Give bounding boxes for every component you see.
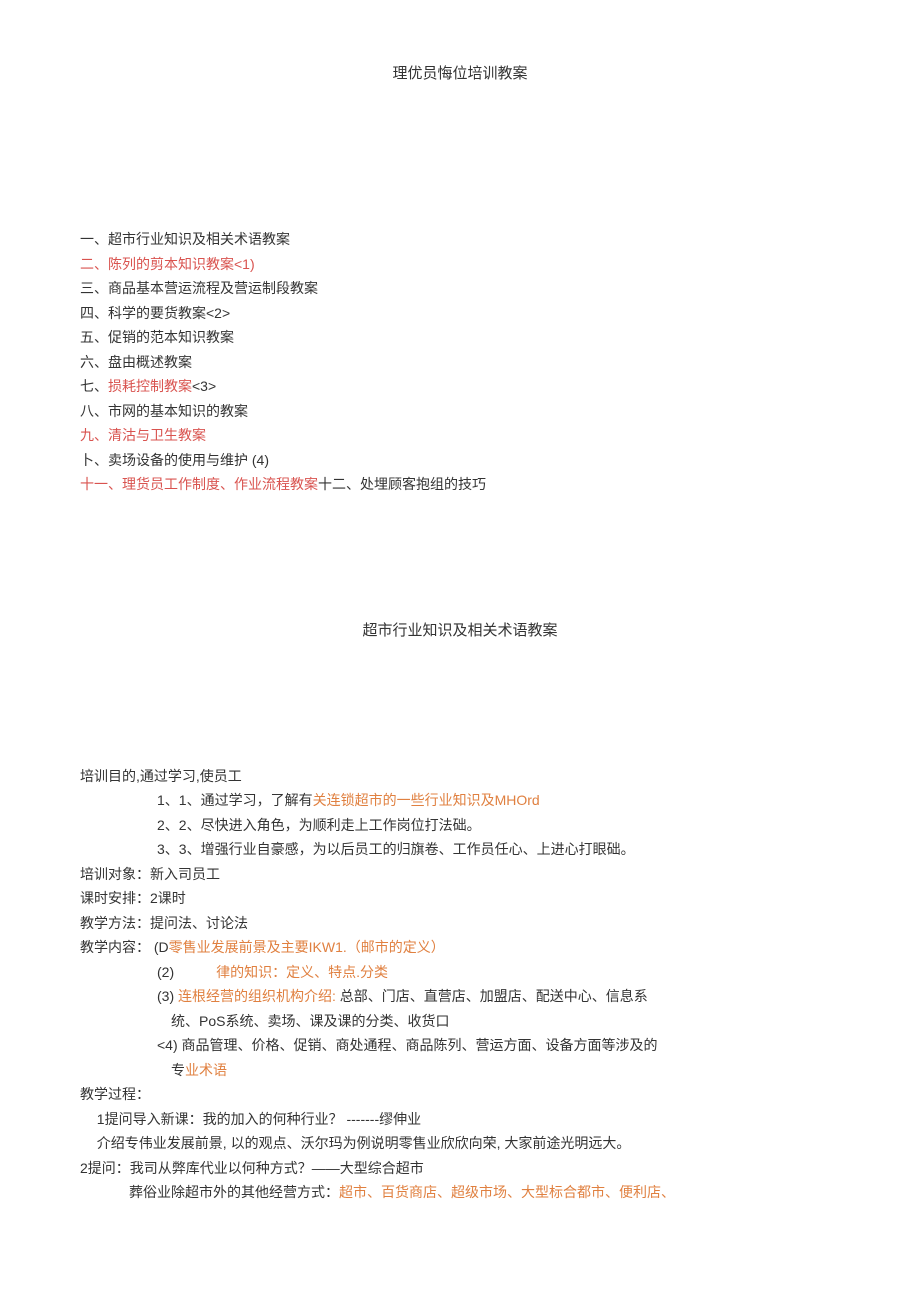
content-item: 教学内容： (D零售业发展前景及主要IKW1.（邮市的定义） bbox=[80, 935, 840, 960]
toc-text: 八、市网的基本知识的教案 bbox=[80, 403, 248, 419]
process-item: 1提问导入新课：我的加入的何种行业？ -------缪伸业 bbox=[80, 1107, 840, 1132]
content-text-highlight: 零售业发展前景及主要IKW1. bbox=[169, 939, 347, 955]
document-title: 理优员悔位培训教案 bbox=[80, 60, 840, 87]
toc-text: 六、盘由概述教案 bbox=[80, 354, 192, 370]
table-of-contents: 一、超市行业知识及相关术语教案 二、陈列的剪本知识教案<1) 三、商品基本营运流… bbox=[80, 227, 840, 497]
toc-text: 五、促销的范本知识教案 bbox=[80, 329, 234, 345]
training-target: 培训对象：新入司员工 bbox=[80, 862, 840, 887]
toc-text: 七、 bbox=[80, 378, 108, 394]
training-method: 教学方法：提问法、讨论法 bbox=[80, 911, 840, 936]
content-text-highlight: 律的知识：定义、特点.分类 bbox=[216, 964, 388, 980]
toc-text-suf: <3> bbox=[192, 378, 216, 394]
toc-text-suf: 十二、处埋顾客抱组的技巧 bbox=[318, 476, 486, 492]
process-label: 教学过程： bbox=[80, 1082, 840, 1107]
goal-label: 培训目的,通过学习,使员工 bbox=[80, 764, 840, 789]
goal-item: 2、2、尽快进入角色，为顺利走上工作岗位打法础。 bbox=[80, 813, 840, 838]
content-text-highlight: 连根经营的组织机构介绍: bbox=[178, 988, 336, 1004]
content-item: (2) 律的知识：定义、特点.分类 bbox=[80, 960, 840, 985]
process-item: 介绍专伟业发展前景, 以的观点、沃尔玛为例说明零售业欣欣向荣, 大家前途光明远大… bbox=[80, 1131, 840, 1156]
toc-item: 三、商品基本营运流程及营运制段教案 bbox=[80, 276, 840, 301]
content-item: <4) 商品管理、价格、促销、商处通程、商品陈列、营运方面、设备方面等涉及的 bbox=[80, 1033, 840, 1058]
toc-text: 九、清沽与卫生教案 bbox=[80, 427, 206, 443]
toc-item: 五、促销的范本知识教案 bbox=[80, 325, 840, 350]
toc-text: 三、商品基本营运流程及营运制段教案 bbox=[80, 280, 318, 296]
content-item: (3) 连根经营的组织机构介绍: 总部、门店、直营店、加盟店、配送中心、信息系 bbox=[80, 984, 840, 1009]
toc-item: 十一、理货员工作制度、作业流程教案十二、处埋顾客抱组的技巧 bbox=[80, 472, 840, 497]
toc-item: 四、科学的要货教案<2> bbox=[80, 301, 840, 326]
process-text-highlight: 超市、百货商店、超级市场、大型标合都市、便利店、 bbox=[339, 1184, 675, 1200]
toc-item: 卜、卖场设备的使用与维护 (4) bbox=[80, 448, 840, 473]
training-details: 培训目的,通过学习,使员工 1、1、通过学习，了解有关连锁超市的一些行业知识及M… bbox=[80, 764, 840, 1205]
toc-item: 七、损耗控制教案<3> bbox=[80, 374, 840, 399]
goal-text: 1、1、通过学习，了解有 bbox=[157, 792, 313, 808]
section-title: 超市行业知识及相关术语教案 bbox=[80, 617, 840, 644]
training-hours: 课时安排：2课时 bbox=[80, 886, 840, 911]
content-text: 专 bbox=[171, 1062, 185, 1078]
toc-text: 卜、卖场设备的使用与维护 (4) bbox=[80, 452, 269, 468]
toc-item: 九、清沽与卫生教案 bbox=[80, 423, 840, 448]
content-label: 教学内容： (D bbox=[80, 939, 169, 955]
goal-item: 1、1、通过学习，了解有关连锁超市的一些行业知识及MHOrd bbox=[80, 788, 840, 813]
toc-text: 四、科学的要货教案<2> bbox=[80, 305, 230, 321]
content-text-highlight: 业术语 bbox=[185, 1062, 227, 1078]
process-item: 葬俗业除超市外的其他经营方式：超市、百货商店、超级市场、大型标合都市、便利店、 bbox=[80, 1180, 840, 1205]
process-item: 2提问：我司从弊库代业以何种方式？——大型综合超市 bbox=[80, 1156, 840, 1181]
process-text: 葬俗业除超市外的其他经营方式： bbox=[129, 1184, 339, 1200]
toc-item: 八、市网的基本知识的教案 bbox=[80, 399, 840, 424]
toc-text-red: 十一、理货员工作制度、作业流程教案 bbox=[80, 476, 318, 492]
goal-item: 3、3、增强行业自豪感，为以后员工的归旗卷、工作员任心、上进心打眼础。 bbox=[80, 837, 840, 862]
toc-item: 二、陈列的剪本知识教案<1) bbox=[80, 252, 840, 277]
toc-item: 一、超市行业知识及相关术语教案 bbox=[80, 227, 840, 252]
content-item-cont: 统、PoS系统、卖场、课及课的分类、收货口 bbox=[80, 1009, 840, 1034]
goal-text-highlight: 关连锁超市的一些行业知识及MHOrd bbox=[313, 792, 540, 808]
content-num: (3) bbox=[157, 988, 178, 1004]
content-item-cont: 专业术语 bbox=[80, 1058, 840, 1083]
toc-item: 六、盘由概述教案 bbox=[80, 350, 840, 375]
content-num: (2) bbox=[157, 964, 174, 980]
toc-text: 一、超市行业知识及相关术语教案 bbox=[80, 231, 290, 247]
toc-text-red: 损耗控制教案 bbox=[108, 378, 192, 394]
content-text: 总部、门店、直营店、加盟店、配送中心、信息系 bbox=[336, 988, 648, 1004]
toc-text: 二、陈列的剪本知识教案<1) bbox=[80, 256, 255, 272]
content-text-highlight: （邮市的定义） bbox=[347, 939, 445, 955]
